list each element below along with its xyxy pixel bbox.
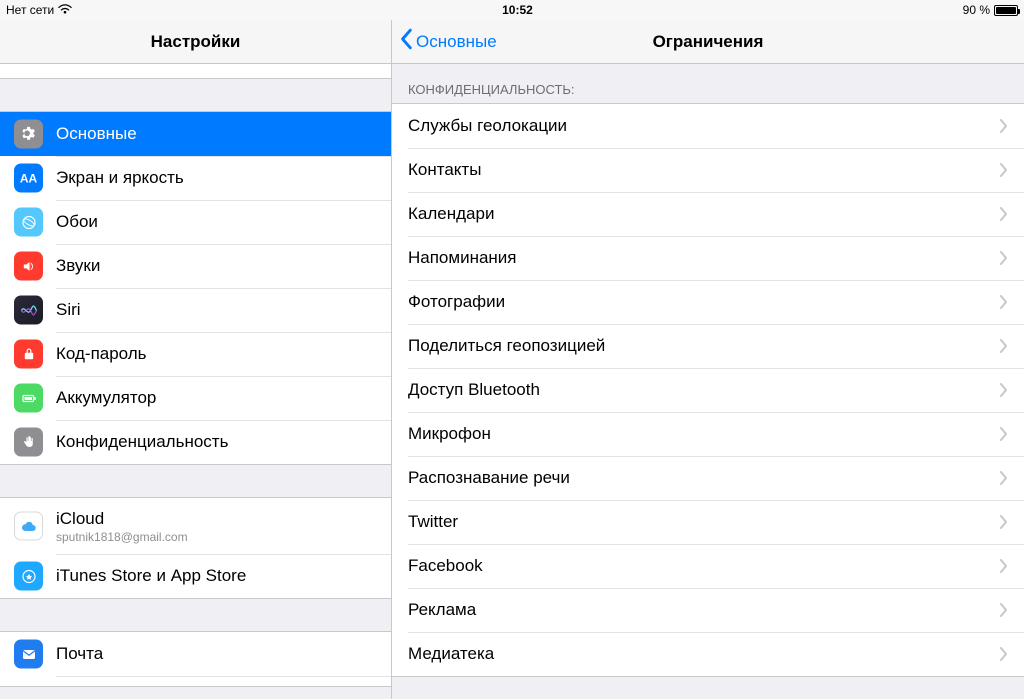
siri-icon — [14, 296, 43, 325]
chevron-right-icon — [1000, 603, 1008, 617]
sidebar-item-label: Аккумулятор — [56, 388, 375, 408]
cloud-icon — [14, 512, 43, 541]
list-item[interactable]: Напоминания — [392, 236, 1024, 280]
sidebar-item-passcode[interactable]: Код-пароль — [0, 332, 391, 376]
sidebar-item-display[interactable]: AA Экран и яркость — [0, 156, 391, 200]
battery-icon — [994, 5, 1018, 16]
sidebar-item-label: Код-пароль — [56, 344, 375, 364]
chevron-right-icon — [1000, 471, 1008, 485]
sidebar-nav: Настройки — [0, 20, 391, 64]
sidebar-item-label: Экран и яркость — [56, 168, 375, 188]
sidebar-item-label: Почта — [56, 644, 375, 664]
status-right: 90 % — [963, 3, 1018, 17]
row-label: Twitter — [408, 512, 1000, 532]
gear-icon — [14, 120, 43, 149]
privacy-section: КОНФИДЕНЦИАЛЬНОСТЬ: Службы геолокации Кон… — [392, 64, 1024, 677]
sidebar-item-label: Основные — [56, 124, 375, 144]
chevron-right-icon — [1000, 295, 1008, 309]
sidebar-item-sounds[interactable]: Звуки — [0, 244, 391, 288]
hand-icon — [14, 428, 43, 457]
sidebar-item-label: Конфиденциальность — [56, 432, 375, 452]
lock-icon — [14, 340, 43, 369]
carrier-text: Нет сети — [6, 3, 54, 17]
sidebar-item-next[interactable] — [0, 676, 391, 686]
back-button[interactable]: Основные — [396, 20, 501, 63]
status-left: Нет сети — [6, 3, 72, 17]
sidebar-item-store[interactable]: iTunes Store и App Store — [0, 554, 391, 598]
list-item[interactable]: Фотографии — [392, 280, 1024, 324]
chevron-right-icon — [1000, 163, 1008, 177]
row-label: Календари — [408, 204, 1000, 224]
list-item[interactable]: Календари — [392, 192, 1024, 236]
sidebar-item-mail[interactable]: Почта — [0, 632, 391, 676]
sidebar-item-siri[interactable]: Siri — [0, 288, 391, 332]
sidebar-item-general[interactable]: Основные — [0, 112, 391, 156]
row-label: Реклама — [408, 600, 1000, 620]
detail-title: Ограничения — [653, 32, 764, 52]
list-item[interactable]: Поделиться геопозицией — [392, 324, 1024, 368]
list-item[interactable]: Микрофон — [392, 412, 1024, 456]
row-label: Службы геолокации — [408, 116, 1000, 136]
sidebar-item-label: Обои — [56, 212, 375, 232]
section-header: КОНФИДЕНЦИАЛЬНОСТЬ: — [392, 64, 1024, 103]
battery-app-icon — [14, 384, 43, 413]
list-item[interactable]: Facebook — [392, 544, 1024, 588]
list-item[interactable]: Реклама — [392, 588, 1024, 632]
list-item[interactable]: Контакты — [392, 148, 1024, 192]
chevron-right-icon — [1000, 119, 1008, 133]
sidebar-item-battery[interactable]: Аккумулятор — [0, 376, 391, 420]
status-bar: Нет сети 10:52 90 % — [0, 0, 1024, 20]
battery-text: 90 % — [963, 3, 990, 17]
prev-group-fragment — [0, 64, 391, 79]
sidebar-item-label: iTunes Store и App Store — [56, 566, 375, 586]
chevron-right-icon — [1000, 383, 1008, 397]
sidebar-item-label: Siri — [56, 300, 375, 320]
row-label: Фотографии — [408, 292, 1000, 312]
back-label: Основные — [416, 32, 497, 52]
chevron-right-icon — [1000, 207, 1008, 221]
chevron-right-icon — [1000, 339, 1008, 353]
icloud-email: sputnik1818@gmail.com — [56, 530, 188, 544]
wifi-icon — [58, 3, 72, 17]
sidebar-group-main: Основные AA Экран и яркость Обои Зву — [0, 111, 391, 465]
chevron-left-icon — [400, 28, 414, 55]
appstore-icon — [14, 562, 43, 591]
text-size-icon: AA — [14, 164, 43, 193]
row-label: Медиатека — [408, 644, 1000, 664]
sidebar-item-label: iCloud — [56, 509, 188, 529]
row-label: Поделиться геопозицией — [408, 336, 1000, 356]
chevron-right-icon — [1000, 427, 1008, 441]
detail-pane: Основные Ограничения КОНФИДЕНЦИАЛЬНОСТЬ:… — [392, 20, 1024, 699]
sidebar-group-apps: Почта — [0, 631, 391, 687]
sidebar-item-privacy[interactable]: Конфиденциальность — [0, 420, 391, 464]
list-item[interactable]: Распознавание речи — [392, 456, 1024, 500]
chevron-right-icon — [1000, 515, 1008, 529]
chevron-right-icon — [1000, 559, 1008, 573]
list-item[interactable]: Доступ Bluetooth — [392, 368, 1024, 412]
chevron-right-icon — [1000, 647, 1008, 661]
row-label: Микрофон — [408, 424, 1000, 444]
sidebar-title: Настройки — [151, 32, 241, 52]
wallpaper-icon — [14, 208, 43, 237]
row-label: Распознавание речи — [408, 468, 1000, 488]
sidebar-group-account: iCloud sputnik1818@gmail.com iTunes Stor… — [0, 497, 391, 599]
detail-nav: Основные Ограничения — [392, 20, 1024, 64]
sidebar-item-wallpaper[interactable]: Обои — [0, 200, 391, 244]
mail-icon — [14, 640, 43, 669]
list-item[interactable]: Twitter — [392, 500, 1024, 544]
speaker-icon — [14, 252, 43, 281]
status-time: 10:52 — [502, 3, 533, 17]
row-label: Напоминания — [408, 248, 1000, 268]
list-item[interactable]: Службы геолокации — [392, 104, 1024, 148]
row-label: Контакты — [408, 160, 1000, 180]
settings-sidebar: Настройки Основные AA Экран и яркость — [0, 20, 392, 699]
sidebar-item-icloud[interactable]: iCloud sputnik1818@gmail.com — [0, 498, 391, 554]
sidebar-item-label: Звуки — [56, 256, 375, 276]
list-item[interactable]: Медиатека — [392, 632, 1024, 676]
row-label: Facebook — [408, 556, 1000, 576]
row-label: Доступ Bluetooth — [408, 380, 1000, 400]
chevron-right-icon — [1000, 251, 1008, 265]
